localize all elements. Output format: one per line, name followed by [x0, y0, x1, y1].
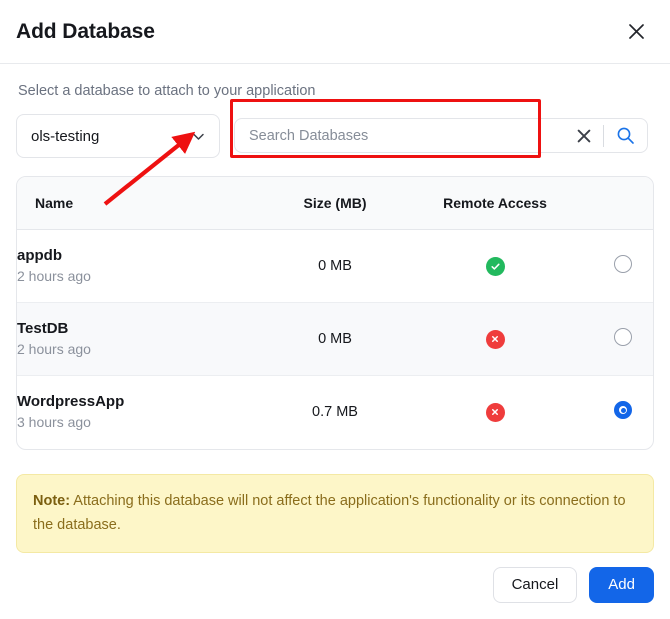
dialog-body: Select a database to attach to your appl… — [0, 64, 670, 553]
clear-x-icon[interactable] — [573, 125, 595, 147]
x-circle-icon — [486, 403, 505, 422]
cell-remote-access — [405, 230, 585, 303]
close-icon[interactable] — [622, 18, 650, 46]
check-glyph — [490, 261, 501, 272]
search-box[interactable] — [234, 118, 648, 153]
x-glyph — [490, 334, 500, 344]
column-header-select — [585, 177, 654, 230]
database-name: appdb — [17, 246, 265, 265]
check-circle-icon — [486, 257, 505, 276]
table-body: appdb 2 hours ago 0 MB — [17, 230, 654, 449]
column-header-size: Size (MB) — [265, 177, 405, 230]
search-container — [230, 114, 654, 158]
database-timestamp: 2 hours ago — [17, 340, 265, 359]
database-name: TestDB — [17, 319, 265, 338]
clear-x-glyph — [576, 128, 592, 144]
note-banner: Note: Attaching this database will not a… — [16, 474, 654, 553]
row-radio-button[interactable] — [614, 255, 632, 273]
cell-select — [585, 303, 654, 376]
cell-remote-access — [405, 376, 585, 449]
table-head: Name Size (MB) Remote Access — [17, 177, 654, 230]
cell-remote-access — [405, 303, 585, 376]
database-timestamp: 3 hours ago — [17, 413, 265, 432]
table-row[interactable]: TestDB 2 hours ago 0 MB — [17, 303, 654, 376]
controls-row: ols-testing — [16, 114, 654, 158]
x-circle-icon — [486, 330, 505, 349]
chevron-down-glyph — [190, 128, 207, 145]
table-row[interactable]: appdb 2 hours ago 0 MB — [17, 230, 654, 303]
chevron-down-icon[interactable] — [190, 128, 207, 145]
search-divider — [603, 125, 604, 147]
cell-size: 0 MB — [265, 230, 405, 303]
column-header-name: Name — [17, 177, 265, 230]
close-glyph — [627, 22, 646, 41]
database-timestamp: 2 hours ago — [17, 267, 265, 286]
search-icon[interactable] — [613, 124, 637, 148]
cell-select — [585, 376, 654, 449]
dialog-subtitle: Select a database to attach to your appl… — [18, 82, 654, 100]
note-text: Attaching this database will not affect … — [33, 493, 626, 533]
column-header-remote-access: Remote Access — [405, 177, 585, 230]
cell-size: 0.7 MB — [265, 376, 405, 449]
search-glyph — [616, 126, 635, 145]
databases-table: Name Size (MB) Remote Access appdb 2 hou… — [17, 177, 654, 449]
app-select[interactable]: ols-testing — [16, 114, 220, 158]
dialog-footer: Cancel Add — [0, 553, 670, 619]
cell-size: 0 MB — [265, 303, 405, 376]
page-title: Add Database — [16, 20, 622, 44]
dialog-header: Add Database — [0, 0, 670, 64]
table-row[interactable]: WordpressApp 3 hours ago 0.7 MB — [17, 376, 654, 449]
add-button[interactable]: Add — [589, 567, 654, 603]
databases-table-card: Name Size (MB) Remote Access appdb 2 hou… — [16, 176, 654, 450]
database-name: WordpressApp — [17, 392, 265, 411]
row-radio-button[interactable] — [614, 328, 632, 346]
note-label: Note: — [33, 493, 70, 509]
cell-select — [585, 230, 654, 303]
search-input[interactable] — [249, 128, 573, 144]
row-radio-button-selected[interactable] — [614, 401, 632, 419]
cell-name: TestDB 2 hours ago — [17, 303, 265, 376]
add-database-dialog: Add Database Select a database to attach… — [0, 0, 670, 602]
cell-name: appdb 2 hours ago — [17, 230, 265, 303]
app-select-value: ols-testing — [31, 128, 99, 145]
x-glyph — [490, 407, 500, 417]
cell-name: WordpressApp 3 hours ago — [17, 376, 265, 449]
table-header-row: Name Size (MB) Remote Access — [17, 177, 654, 230]
cancel-button[interactable]: Cancel — [493, 567, 578, 603]
